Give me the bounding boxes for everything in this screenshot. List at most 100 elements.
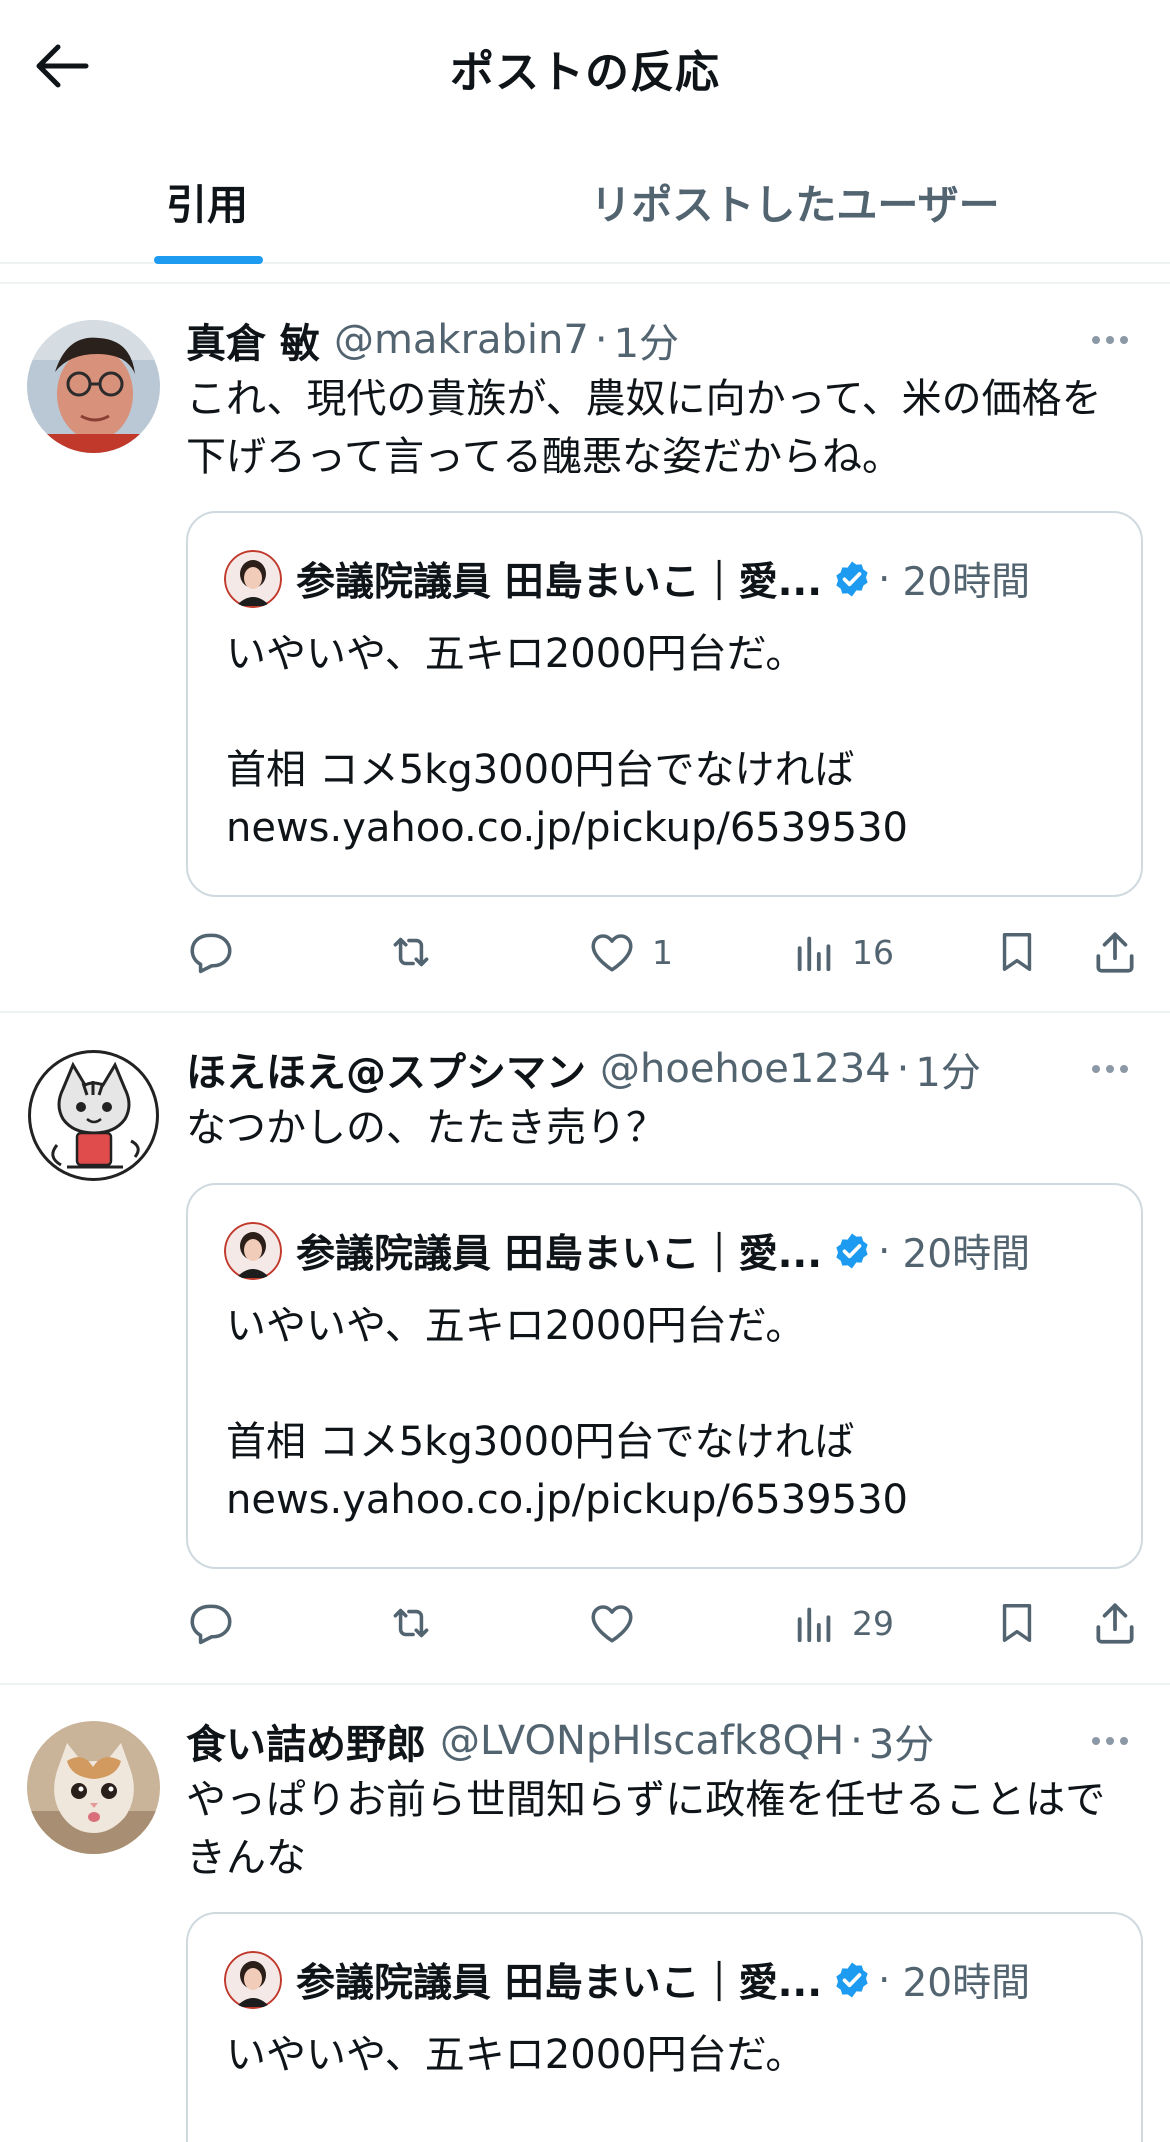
bookmark-icon [1002, 1604, 1032, 1642]
avatar[interactable] [27, 1049, 160, 1182]
verified-badge-icon [832, 559, 872, 599]
share-icon [1096, 1603, 1134, 1644]
quoted-post[interactable]: 参議院議員 田島まいこ｜愛... · 20時間 いやいや、五キロ2000円台だ。… [186, 1183, 1143, 1569]
tab-quotes[interactable]: 引用 [110, 140, 304, 262]
share-button[interactable] [1090, 920, 1140, 984]
quoted-post-header: 参議院議員 田島まいこ｜愛... · 20時間 [224, 549, 1105, 609]
more-icon [1092, 1065, 1100, 1073]
action-bar: 1 16 [186, 920, 1146, 984]
post-item[interactable]: 真倉 敏 @makrabin7 · 1分 これ、現代の貴族が、農奴に向かって、米… [0, 284, 1170, 1013]
heart-icon [591, 934, 633, 972]
repost-icon [393, 937, 429, 967]
reply-button[interactable] [186, 920, 236, 984]
post-text: やっぱりお前ら世間知らずに政権を任せることはできんな [186, 1777, 1106, 1881]
heart-icon [591, 1605, 633, 1643]
author-handle[interactable]: @makrabin7 [334, 317, 589, 363]
quoted-post[interactable]: 参議院議員 田島まいこ｜愛... · 20時間 いやいや、五キロ2000円台だ。 [186, 1912, 1143, 2142]
quoted-post-line: いやいや、五キロ2000円台だ。 [226, 2032, 806, 2078]
quoted-post-time: 20時間 [902, 1961, 1031, 2006]
woman-photo-avatar-icon [224, 550, 282, 608]
separator-dot: · [896, 1046, 910, 1092]
verified-badge-icon [832, 1231, 872, 1271]
post-time[interactable]: 1分 [915, 1040, 980, 1098]
bookmark-button[interactable] [994, 920, 1040, 984]
views-button[interactable]: 29 [792, 1591, 894, 1655]
page-title: ポストの反応 [450, 47, 720, 98]
tab-reposted-users[interactable]: リポストしたユーザー [560, 140, 1030, 262]
action-bar: 29 [186, 1591, 1146, 1655]
view-count: 16 [852, 932, 894, 972]
repost-icon [393, 1608, 429, 1638]
tab-quotes-label: 引用 [166, 181, 248, 229]
avatar[interactable] [27, 1721, 160, 1854]
post-time[interactable]: 1分 [614, 311, 679, 369]
author-name[interactable]: 食い詰め野郎 [186, 1712, 426, 1770]
separator-dot: · [850, 1718, 863, 1764]
avatar[interactable] [27, 320, 160, 453]
quoted-post-link[interactable]: news.yahoo.co.jp/pickup/6539530 [226, 1471, 1111, 1529]
quoted-post-header: 参議院議員 田島まいこ｜愛... · 20時間 [224, 1221, 1105, 1281]
separator-dot: · [878, 1228, 891, 1274]
quoted-author-avatar [224, 550, 282, 608]
quoted-author-name: 参議院議員 田島まいこ｜愛... [296, 1232, 823, 1277]
more-icon [1092, 1737, 1100, 1745]
woman-photo-avatar-icon [224, 1222, 282, 1280]
views-button[interactable]: 16 [792, 920, 894, 984]
tab-bar: 引用 リポストしたユーザー [0, 140, 1170, 264]
like-count: 1 [652, 932, 673, 972]
post-header: ほえほえ@スプシマン @hoehoe1234 · 1分 [186, 1039, 1060, 1099]
cat-drawing-avatar-icon [28, 1050, 159, 1181]
quoted-author-avatar [224, 1222, 282, 1280]
quoted-post-time: 20時間 [902, 560, 1031, 605]
bookmark-button[interactable] [994, 1591, 1040, 1655]
man-photo-avatar-icon [27, 320, 160, 453]
quoted-post-time: 20時間 [902, 1232, 1031, 1277]
post-item[interactable]: 食い詰め野郎 @LVONpHlscafk8QH · 3分 やっぱりお前ら世間知ら… [0, 1685, 1170, 2142]
more-button[interactable] [1080, 1721, 1140, 1761]
reply-button[interactable] [186, 1591, 236, 1655]
verified-badge-icon [832, 1960, 872, 2000]
author-handle[interactable]: @hoehoe1234 [600, 1046, 891, 1092]
kitten-photo-avatar-icon [27, 1721, 160, 1854]
post-item[interactable]: ほえほえ@スプシマン @hoehoe1234 · 1分 なつかしの、たたき売り？… [0, 1013, 1170, 1685]
separator-dot: · [594, 317, 608, 363]
repost-button[interactable] [384, 920, 438, 984]
tab-reposted-users-label: リポストしたユーザー [590, 181, 1000, 229]
author-handle[interactable]: @LVONpHlscafk8QH [440, 1718, 844, 1764]
share-button[interactable] [1090, 1591, 1140, 1655]
separator-dot: · [878, 556, 891, 602]
views-icon [797, 1607, 831, 1643]
quoted-post[interactable]: 参議院議員 田島まいこ｜愛... · 20時間 いやいや、五キロ2000円台だ。… [186, 511, 1143, 897]
repost-button[interactable] [384, 1591, 438, 1655]
views-icon [797, 936, 831, 972]
woman-photo-avatar-icon [224, 1951, 282, 2009]
author-name[interactable]: ほえほえ@スプシマン [186, 1040, 586, 1098]
quoted-post-line: 首相 コメ5kg3000円台でなければ [226, 1419, 855, 1465]
quoted-post-header: 参議院議員 田島まいこ｜愛... · 20時間 [224, 1950, 1105, 2010]
view-count: 29 [852, 1603, 894, 1643]
quoted-author-avatar [224, 1951, 282, 2009]
author-name[interactable]: 真倉 敏 [186, 311, 320, 369]
quoted-post-line: いやいや、五キロ2000円台だ。 [226, 631, 806, 677]
quoted-post-line: いやいや、五キロ2000円台だ。 [226, 1303, 806, 1349]
quoted-post-line: 首相 コメ5kg3000円台でなければ [226, 747, 855, 793]
more-button[interactable] [1080, 320, 1140, 360]
post-text: なつかしの、たたき売り？ [186, 1105, 666, 1151]
more-button[interactable] [1080, 1049, 1140, 1089]
active-tab-indicator [154, 256, 263, 264]
post-header: 真倉 敏 @makrabin7 · 1分 [186, 310, 1060, 370]
quoted-author-name: 参議院議員 田島まいこ｜愛... [296, 560, 823, 605]
post-text: これ、現代の貴族が、農奴に向かって、米の価格を下げろって言ってる醜悪な姿だからね… [186, 376, 1102, 480]
separator-dot: · [878, 1957, 891, 2003]
post-header: 食い詰め野郎 @LVONpHlscafk8QH · 3分 [186, 1711, 1060, 1771]
post-time[interactable]: 3分 [869, 1712, 934, 1770]
like-button[interactable] [586, 1591, 652, 1655]
reply-icon [190, 933, 232, 974]
like-button[interactable]: 1 [586, 920, 673, 984]
bookmark-icon [1002, 933, 1032, 971]
more-icon [1092, 336, 1100, 344]
quoted-author-name: 参議院議員 田島まいこ｜愛... [296, 1961, 823, 2006]
quoted-post-link[interactable]: news.yahoo.co.jp/pickup/6539530 [226, 799, 1111, 857]
reply-icon [190, 1604, 232, 1645]
share-icon [1096, 932, 1134, 973]
